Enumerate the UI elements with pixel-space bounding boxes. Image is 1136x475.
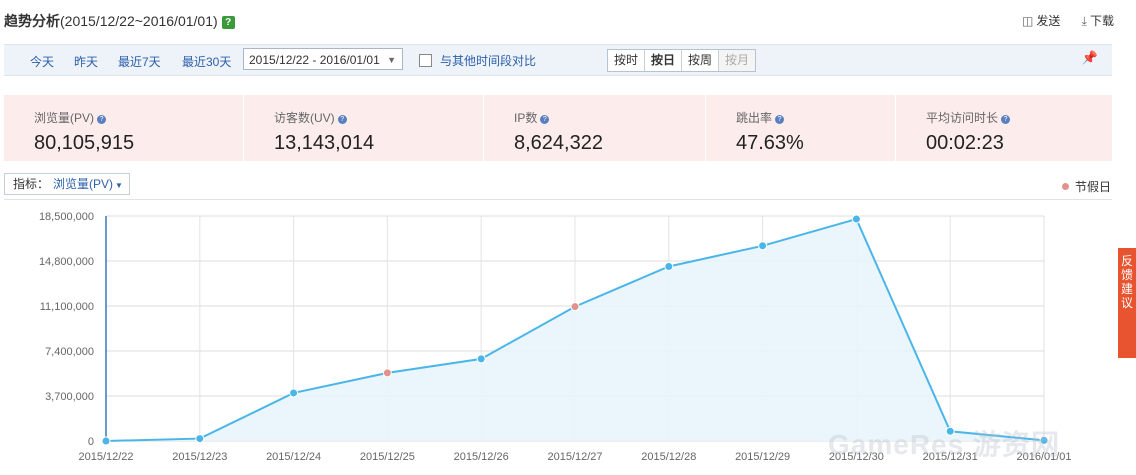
stat-value: 47.63% <box>736 132 804 154</box>
data-point <box>851 214 861 224</box>
date-range-select[interactable]: 2015/12/22 - 2016/01/01 ▼ <box>243 48 403 70</box>
date-toolbar: 今天 昨天 最近7天 最近30天 2015/12/22 - 2016/01/01… <box>4 44 1112 76</box>
summary-stats: 浏览量(PV)? 80,105,915 访客数(UV)? 13,143,014 … <box>4 95 1112 161</box>
stat-ip: IP数? 8,624,322 <box>484 95 706 161</box>
help-icon[interactable]: ? <box>337 115 347 124</box>
x-tick-label: 2015/12/26 <box>454 451 509 463</box>
granularity-week[interactable]: 按周 <box>682 50 720 71</box>
y-tick-label: 14,800,000 <box>39 256 94 268</box>
stat-label: 浏览量(PV) <box>34 111 95 125</box>
feedback-tab[interactable]: 反 馈 建 议 <box>1118 248 1136 358</box>
help-icon[interactable]: ? <box>540 115 550 124</box>
chart-legend: 节假日 <box>1061 178 1111 195</box>
metric-key: 指标： <box>13 177 50 191</box>
stat-bounce: 跳出率? 47.63% <box>706 95 896 161</box>
help-icon[interactable]: ? <box>775 115 785 124</box>
y-tick-label: 18,500,000 <box>39 211 94 223</box>
holiday-dot-icon <box>1061 183 1069 190</box>
x-tick-label: 2015/12/24 <box>266 451 321 463</box>
metric-select[interactable]: 指标： 浏览量(PV) ▼ <box>4 173 130 195</box>
stat-value: 8,624,322 <box>514 132 603 154</box>
feedback-char: 馈 <box>1120 268 1133 282</box>
quick-last7[interactable]: 最近7天 <box>118 53 161 70</box>
download-button[interactable]: ⤓ 下载 <box>1082 14 1114 28</box>
granularity-day[interactable]: 按日 <box>645 50 683 71</box>
send-button[interactable]: ◫ 发送 <box>1022 14 1060 28</box>
y-tick-label: 7,400,000 <box>45 346 94 358</box>
feedback-char: 建 <box>1120 282 1133 296</box>
compare-toggle[interactable]: 与其他时间段对比 <box>419 52 536 69</box>
y-tick-label: 3,700,000 <box>45 391 94 403</box>
watermark: GameRes 游资网 <box>828 429 1060 460</box>
data-point <box>289 388 299 398</box>
x-tick-label: 2015/12/27 <box>547 451 602 463</box>
data-point <box>664 261 674 271</box>
stat-uv: 访客数(UV)? 13,143,014 <box>244 95 484 161</box>
date-range-value: 2015/12/22 - 2016/01/01 <box>249 53 380 67</box>
feedback-char: 议 <box>1120 296 1133 310</box>
send-label: 发送 <box>1036 14 1061 28</box>
chevron-down-icon: ▼ <box>115 181 123 190</box>
quick-yesterday[interactable]: 昨天 <box>74 53 98 70</box>
download-label: 下载 <box>1089 14 1114 28</box>
quick-today[interactable]: 今天 <box>30 53 54 70</box>
data-point <box>758 241 768 251</box>
top-actions: ◫ 发送 ⤓ 下载 <box>1004 12 1114 29</box>
y-tick-label: 11,100,000 <box>40 301 94 313</box>
help-icon[interactable]: ? <box>221 16 235 29</box>
granularity-month[interactable]: 按月 <box>719 50 756 71</box>
stat-value: 00:02:23 <box>926 132 1004 154</box>
x-tick-label: 2015/12/29 <box>735 451 790 463</box>
help-icon[interactable]: ? <box>1001 115 1011 124</box>
x-tick-label: 2015/12/25 <box>360 451 415 463</box>
stat-value: 80,105,915 <box>34 132 135 154</box>
x-tick-label: 2015/12/28 <box>641 451 696 463</box>
title-text: 趋势分析 <box>4 13 60 29</box>
data-point <box>476 354 486 364</box>
help-icon[interactable]: ? <box>97 115 107 124</box>
title-bar: 趋势分析(2015/12/22~2016/01/01)? ◫ 发送 ⤓ 下载 <box>4 8 1114 34</box>
stat-label: IP数 <box>514 111 538 125</box>
granularity-hour[interactable]: 按时 <box>608 50 646 71</box>
granularity-segment: 按时 按日 按周 按月 <box>607 49 757 72</box>
quick-last30[interactable]: 最近30天 <box>182 53 231 70</box>
stat-pv: 浏览量(PV)? 80,105,915 <box>4 95 244 161</box>
page-title: 趋势分析(2015/12/22~2016/01/01)? <box>4 11 235 31</box>
stat-label: 访客数(UV) <box>274 111 335 125</box>
stat-duration: 平均访问时长? 00:02:23 <box>896 95 1112 161</box>
stat-label: 平均访问时长 <box>926 111 999 125</box>
holiday-data-point <box>382 368 392 378</box>
legend-holiday: 节假日 <box>1074 180 1111 194</box>
compare-checkbox[interactable] <box>419 54 432 67</box>
feedback-char: 反 <box>1120 254 1133 268</box>
data-point <box>101 436 111 446</box>
y-tick-label: 0 <box>88 436 94 448</box>
title-range: (2015/12/22~2016/01/01) <box>60 13 218 29</box>
stat-value: 13,143,014 <box>274 132 375 154</box>
x-tick-label: 2015/12/22 <box>78 451 133 463</box>
chevron-down-icon: ▼ <box>387 55 396 65</box>
compare-label: 与其他时间段对比 <box>440 54 537 68</box>
data-point <box>195 434 205 444</box>
metric-value: 浏览量(PV) <box>53 177 114 191</box>
x-tick-label: 2015/12/23 <box>172 451 227 463</box>
download-icon: ⤓ <box>1081 14 1087 28</box>
send-icon: ◫ <box>1021 14 1034 28</box>
stat-label: 跳出率 <box>736 111 773 125</box>
holiday-data-point <box>570 302 580 312</box>
pin-icon[interactable]: 📌 <box>1082 50 1098 66</box>
